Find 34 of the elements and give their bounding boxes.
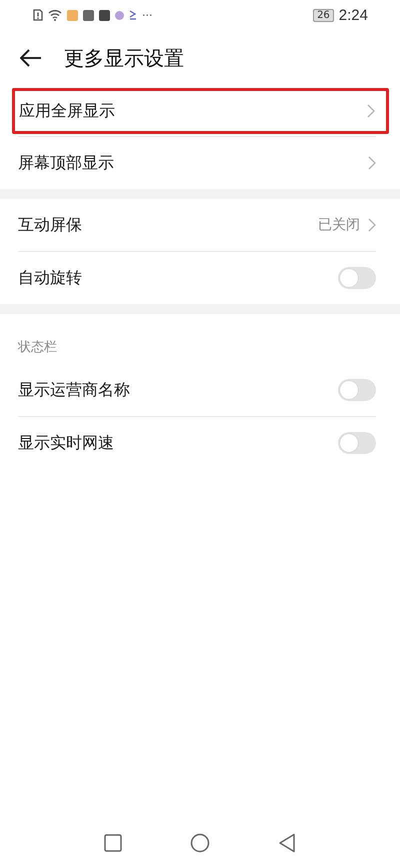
chevron-right-icon	[368, 218, 376, 232]
toggle-switch[interactable]	[338, 267, 376, 289]
settings-row[interactable]: 自动旋转	[18, 252, 376, 304]
app-notification-icon	[67, 10, 78, 20]
app-notification-icon	[99, 10, 110, 20]
app-notification-icon	[83, 10, 94, 20]
sim-alert-icon	[33, 9, 43, 21]
chevron-right-icon	[367, 104, 375, 118]
toggle-switch[interactable]	[338, 432, 376, 454]
home-icon[interactable]	[190, 833, 210, 853]
settings-row[interactable]: 显示运营商名称	[18, 364, 376, 416]
row-label: 自动旋转	[18, 268, 82, 288]
back-icon[interactable]	[278, 833, 296, 853]
row-label: 应用全屏显示	[19, 100, 115, 122]
more-notifications: ···	[142, 8, 152, 22]
chevron-right-icon	[368, 156, 376, 170]
row-label: 显示运营商名称	[18, 380, 130, 400]
recents-icon[interactable]	[104, 834, 122, 852]
chevron-notification-icon	[129, 10, 137, 20]
page-title: 更多显示设置	[64, 44, 184, 72]
clock: 2:24	[338, 6, 368, 24]
row-value: 已关闭	[318, 216, 360, 234]
row-label: 屏幕顶部显示	[18, 152, 114, 174]
back-arrow-icon[interactable]	[20, 49, 42, 67]
settings-row[interactable]: 屏幕顶部显示	[18, 137, 376, 189]
row-label: 互动屏保	[18, 214, 82, 236]
settings-row[interactable]: 显示实时网速	[18, 417, 376, 469]
row-label: 显示实时网速	[18, 432, 114, 454]
battery-level: 26	[313, 8, 334, 22]
app-notification-icon	[115, 10, 124, 20]
wifi-icon	[48, 9, 62, 21]
highlighted-settings-row[interactable]: 应用全屏显示	[12, 88, 389, 134]
toggle-switch[interactable]	[338, 379, 376, 401]
settings-row[interactable]: 互动屏保 已关闭	[18, 199, 376, 251]
